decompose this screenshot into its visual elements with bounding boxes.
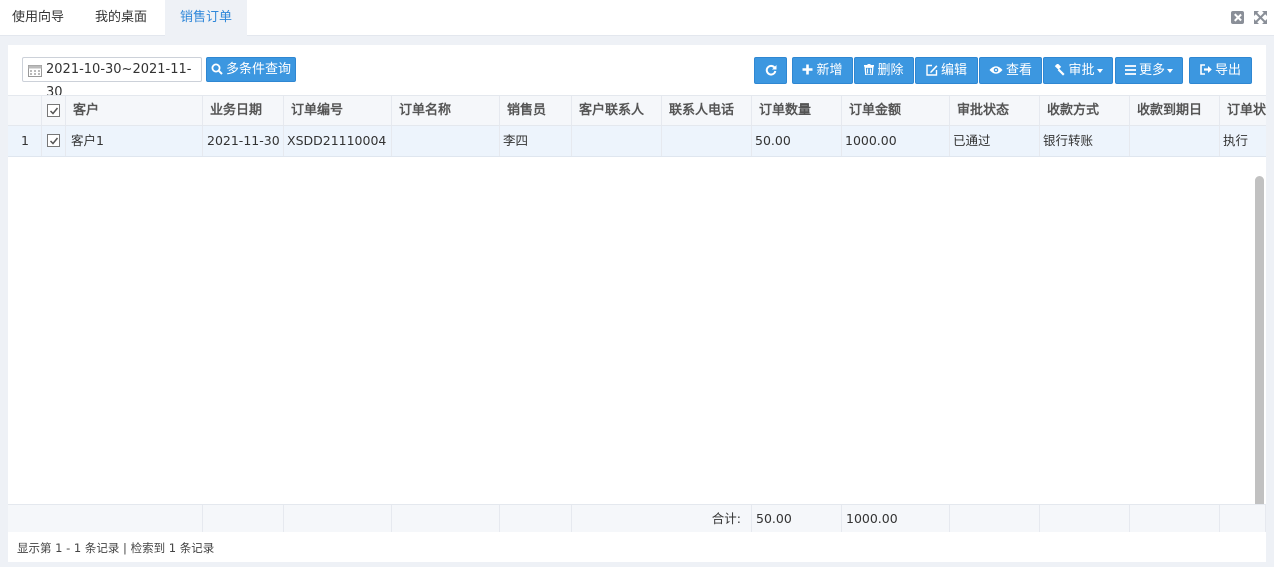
pagination-info: 显示第 1 - 1 条记录 | 检索到 1 条记录 xyxy=(17,541,215,555)
column-header-approval-status[interactable]: 审批状态 xyxy=(950,96,1040,125)
trash-icon xyxy=(864,64,875,75)
tab-bar: 使用向导 我的桌面 销售订单 xyxy=(0,0,1274,36)
close-tab-icon[interactable] xyxy=(1231,11,1244,24)
refresh-icon xyxy=(765,64,776,76)
column-header-salesperson[interactable]: 销售员 xyxy=(500,96,572,125)
table-row[interactable]: 1 客户1 2021-11-30 XSDD21110004 李四 50.00 1… xyxy=(8,126,1266,157)
cell-order-no: XSDD21110004 xyxy=(284,126,392,156)
calendar-icon xyxy=(28,65,42,77)
cell-business-date: 2021-11-30 xyxy=(203,126,284,156)
row-select-cell xyxy=(42,126,66,156)
totals-spacer xyxy=(950,505,1040,532)
plus-icon xyxy=(802,64,813,75)
main-panel: 2021-10-30~2021-11-30 多条件查询 新增 删除 编辑 查看 … xyxy=(8,45,1266,562)
row-number: 1 xyxy=(8,126,42,156)
edit-button[interactable]: 编辑 xyxy=(915,57,978,84)
column-header-business-date[interactable]: 业务日期 xyxy=(203,96,284,125)
select-all-cell xyxy=(42,96,66,125)
totals-spacer xyxy=(392,505,500,532)
totals-spacer xyxy=(1220,505,1266,532)
cell-salesperson: 李四 xyxy=(500,126,572,156)
cell-approval-status: 已通过 xyxy=(950,126,1040,156)
column-header-contact-phone[interactable]: 联系人电话 xyxy=(662,96,752,125)
cell-quantity: 50.00 xyxy=(752,126,842,156)
table-header: 客户 业务日期 订单编号 订单名称 销售员 客户联系人 联系人电话 订单数量 订… xyxy=(8,95,1266,126)
date-range-input[interactable]: 2021-10-30~2021-11-30 xyxy=(22,57,202,100)
totals-spacer xyxy=(284,505,392,532)
totals-spacer xyxy=(1040,505,1130,532)
cell-order-name xyxy=(392,126,500,156)
cell-order-status: 执行 xyxy=(1220,126,1266,156)
column-header-quantity[interactable]: 订单数量 xyxy=(752,96,842,125)
refresh-button[interactable] xyxy=(754,57,787,84)
cell-contact xyxy=(572,126,662,156)
chevron-down-icon xyxy=(1096,68,1103,73)
column-header-contact[interactable]: 客户联系人 xyxy=(572,96,662,125)
search-icon xyxy=(211,63,223,75)
totals-quantity: 50.00 xyxy=(752,505,842,532)
export-icon xyxy=(1200,64,1212,75)
column-header-order-status[interactable]: 订单状态 xyxy=(1220,96,1266,125)
edit-icon xyxy=(926,64,938,76)
menu-icon xyxy=(1124,64,1136,75)
orders-table: 客户 业务日期 订单编号 订单名称 销售员 客户联系人 联系人电话 订单数量 订… xyxy=(8,95,1266,532)
totals-spacer xyxy=(500,505,572,532)
tab-guide[interactable]: 使用向导 xyxy=(0,0,76,36)
totals-spacer xyxy=(8,505,203,532)
column-header-due-date[interactable]: 收款到期日 xyxy=(1130,96,1220,125)
export-button[interactable]: 导出 xyxy=(1189,57,1252,84)
totals-spacer xyxy=(203,505,284,532)
column-header-payment-method[interactable]: 收款方式 xyxy=(1040,96,1130,125)
cell-payment-method: 银行转账 xyxy=(1040,126,1130,156)
fullscreen-icon[interactable] xyxy=(1254,11,1267,24)
select-all-checkbox[interactable] xyxy=(47,104,60,117)
vertical-scrollbar[interactable] xyxy=(1255,176,1264,532)
row-checkbox[interactable] xyxy=(47,134,60,147)
column-header-customer[interactable]: 客户 xyxy=(66,96,203,125)
cell-amount: 1000.00 xyxy=(842,126,950,156)
approve-dropdown-button[interactable]: 审批 xyxy=(1043,57,1113,84)
tab-my-desktop[interactable]: 我的桌面 xyxy=(80,0,162,36)
advanced-query-button[interactable]: 多条件查询 xyxy=(206,57,296,82)
row-number-header xyxy=(8,96,42,125)
more-dropdown-button[interactable]: 更多 xyxy=(1115,57,1183,84)
view-button[interactable]: 查看 xyxy=(979,57,1042,84)
totals-amount: 1000.00 xyxy=(842,505,950,532)
column-header-order-no[interactable]: 订单编号 xyxy=(284,96,392,125)
add-button[interactable]: 新增 xyxy=(792,57,853,84)
delete-button[interactable]: 删除 xyxy=(854,57,914,84)
totals-label: 合计: xyxy=(572,505,752,532)
totals-row: 合计: 50.00 1000.00 xyxy=(8,504,1266,532)
totals-spacer xyxy=(1130,505,1220,532)
cell-contact-phone xyxy=(662,126,752,156)
gavel-icon xyxy=(1055,63,1066,76)
tab-sales-order[interactable]: 销售订单 xyxy=(165,0,247,36)
cell-due-date xyxy=(1130,126,1220,156)
column-header-order-name[interactable]: 订单名称 xyxy=(392,96,500,125)
chevron-down-icon xyxy=(1167,68,1173,73)
column-header-amount[interactable]: 订单金额 xyxy=(842,96,950,125)
cell-customer: 客户1 xyxy=(66,126,203,156)
eye-icon xyxy=(989,65,1003,74)
